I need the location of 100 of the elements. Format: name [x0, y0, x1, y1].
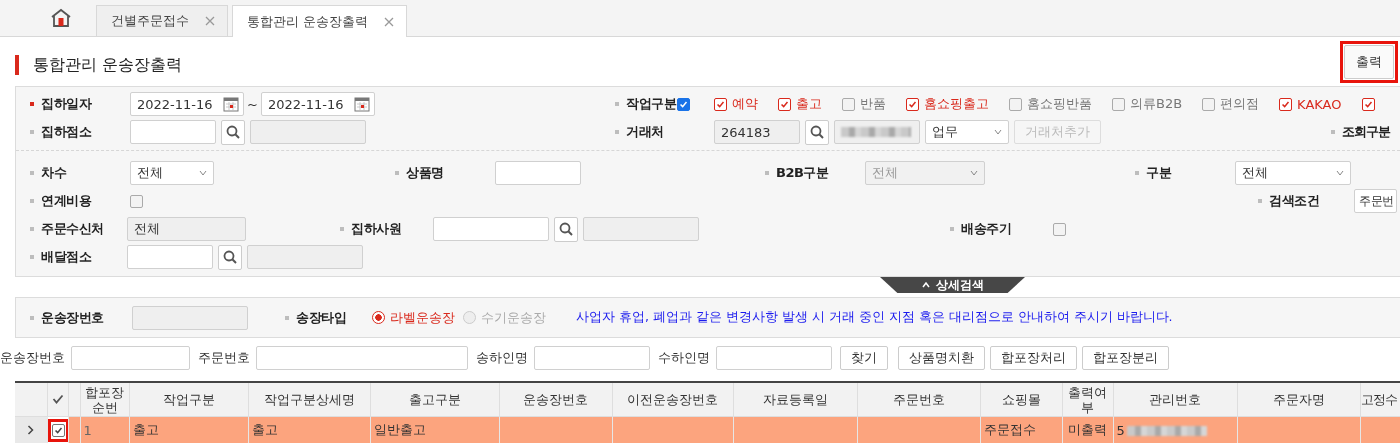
checkbox[interactable] [677, 97, 690, 111]
tab-label[interactable]: 통합관리 운송장출력 [247, 12, 369, 31]
search-button[interactable] [805, 119, 829, 145]
field-label: 배송주기 [961, 220, 1011, 238]
search-icon [810, 125, 824, 139]
column-header[interactable]: 이전운송장번호 [612, 382, 733, 417]
radio-button[interactable] [372, 311, 385, 324]
action-button[interactable]: 합포장분리 [1082, 346, 1169, 370]
checkbox[interactable] [906, 97, 919, 111]
search-button[interactable] [218, 244, 242, 270]
checkbox[interactable] [778, 97, 791, 111]
checkbox[interactable] [1053, 222, 1066, 236]
field-label: 송하인명 [476, 349, 528, 367]
table-row[interactable]: 1 출고 출고 일반출고 주문접수 미출력 5 [15, 416, 1400, 443]
column-header[interactable]: 작업구분 [129, 382, 248, 417]
date-field[interactable]: 2022-11-16 [130, 92, 244, 116]
checkbox[interactable] [714, 97, 727, 111]
column-header[interactable]: 작업구분상세명 [248, 382, 370, 417]
print-button[interactable]: 출력 [1344, 44, 1394, 79]
date-field[interactable]: 2022-11-16 [260, 92, 375, 116]
field-label: 검색조건 [1269, 192, 1319, 210]
input-field[interactable] [256, 346, 468, 370]
tab[interactable]: 건별주문접수 [96, 5, 228, 36]
table-cell: 출고 [129, 416, 248, 443]
option-label[interactable]: KAKAO [1297, 96, 1342, 112]
input-field[interactable] [495, 161, 581, 185]
bullet-icon [30, 315, 34, 320]
column-header[interactable]: 주문번호 [857, 382, 980, 417]
search-icon [226, 125, 240, 139]
field-label: 상품명 [406, 164, 444, 182]
option-label[interactable]: 편의점 [1220, 95, 1260, 113]
calendar-icon [353, 96, 370, 112]
select-field[interactable]: 주문번 [1354, 189, 1397, 213]
option-label[interactable]: 홈쇼핑반품 [1027, 95, 1092, 113]
field-label: 집하일자 [41, 95, 91, 113]
option-label[interactable]: 예약 [732, 95, 758, 113]
close-icon [205, 16, 215, 26]
table-cell: 출고 [248, 416, 370, 443]
select-field[interactable]: 전체 [1235, 161, 1351, 185]
select-field[interactable]: 전체 [130, 161, 214, 185]
field-label: 주문번호 [198, 349, 250, 367]
field-label: 수하인명 [658, 349, 710, 367]
tab-label[interactable]: 건별주문접수 [111, 12, 189, 30]
column-header[interactable]: 출력여부 [1062, 382, 1113, 417]
input-field[interactable] [127, 245, 213, 269]
checkbox[interactable] [1361, 97, 1375, 111]
checkbox[interactable] [1202, 97, 1216, 111]
field-label: 주문수신처 [41, 220, 104, 238]
action-button[interactable]: 찾기 [840, 346, 888, 370]
caret-icon [921, 282, 930, 288]
field-label: 작업구분 [626, 95, 676, 113]
checkbox[interactable] [1009, 97, 1022, 111]
option-label[interactable]: 홈쇼핑출고 [924, 95, 989, 113]
notice-text: 사업자 휴업, 폐업과 같은 변경사항 발생 시 거래 중인 지점 혹은 대리점으로 안내하여 주시기 바랍니다. [576, 309, 1173, 326]
search-button[interactable] [221, 119, 245, 145]
tab[interactable]: 통합관리 운송장출력 [232, 5, 408, 37]
search-button[interactable] [554, 216, 578, 242]
table-cell: 5 [1116, 422, 1125, 438]
blurred-value [841, 127, 911, 137]
action-button[interactable]: 상품명치환 [898, 346, 985, 370]
input-field[interactable] [534, 346, 650, 370]
checkbox[interactable] [842, 97, 855, 111]
field-label: 운송장번호 [41, 308, 104, 327]
column-header[interactable]: 출고구분 [370, 382, 499, 417]
field-label: 집하사원 [351, 220, 401, 238]
column-header[interactable]: 주문자명 [1237, 382, 1360, 417]
checkbox[interactable] [130, 194, 143, 208]
column-header[interactable]: 고정수 [1360, 382, 1400, 417]
range-separator: ~ [247, 96, 258, 112]
field-label: 송장타입 [296, 308, 346, 327]
column-header[interactable]: 자료등록일 [733, 382, 857, 417]
field-label: 연계비용 [41, 192, 91, 210]
checkbox[interactable] [1279, 97, 1293, 111]
input-field[interactable] [716, 346, 832, 370]
readonly-field: 전체 [127, 217, 246, 241]
chevron-icon [199, 170, 207, 176]
radio-label[interactable]: 라벨운송장 [390, 308, 455, 327]
input-field[interactable] [71, 346, 190, 370]
table-cell: 주문접수 [980, 416, 1062, 443]
action-button[interactable]: 합포장처리 [990, 346, 1077, 370]
column-header[interactable]: 운송장번호 [499, 382, 612, 417]
detail-search-toggle[interactable]: 상세검색 [880, 277, 1025, 293]
column-header[interactable]: 쇼핑몰 [980, 382, 1062, 417]
search-icon [559, 222, 573, 236]
option-label[interactable]: 의류B2B [1130, 95, 1183, 113]
checkbox[interactable] [1112, 97, 1125, 111]
column-header[interactable]: 합포장순번 [80, 382, 129, 417]
calendar-icon [223, 96, 239, 112]
checkbox[interactable] [51, 423, 65, 437]
option-label[interactable]: 출고 [796, 95, 822, 113]
chevron-icon [27, 424, 35, 435]
select-field[interactable]: 업무 [925, 120, 1009, 144]
field-label: 조회구분 [1342, 123, 1390, 141]
input-field[interactable] [130, 120, 216, 144]
close-icon [384, 16, 395, 27]
input-field[interactable] [433, 217, 549, 241]
field-label: B2B구분 [776, 164, 829, 182]
option-label[interactable]: 반품 [860, 95, 886, 113]
field-label: 운송장번호 [0, 349, 65, 367]
column-header[interactable]: 관리번호 [1113, 382, 1237, 417]
